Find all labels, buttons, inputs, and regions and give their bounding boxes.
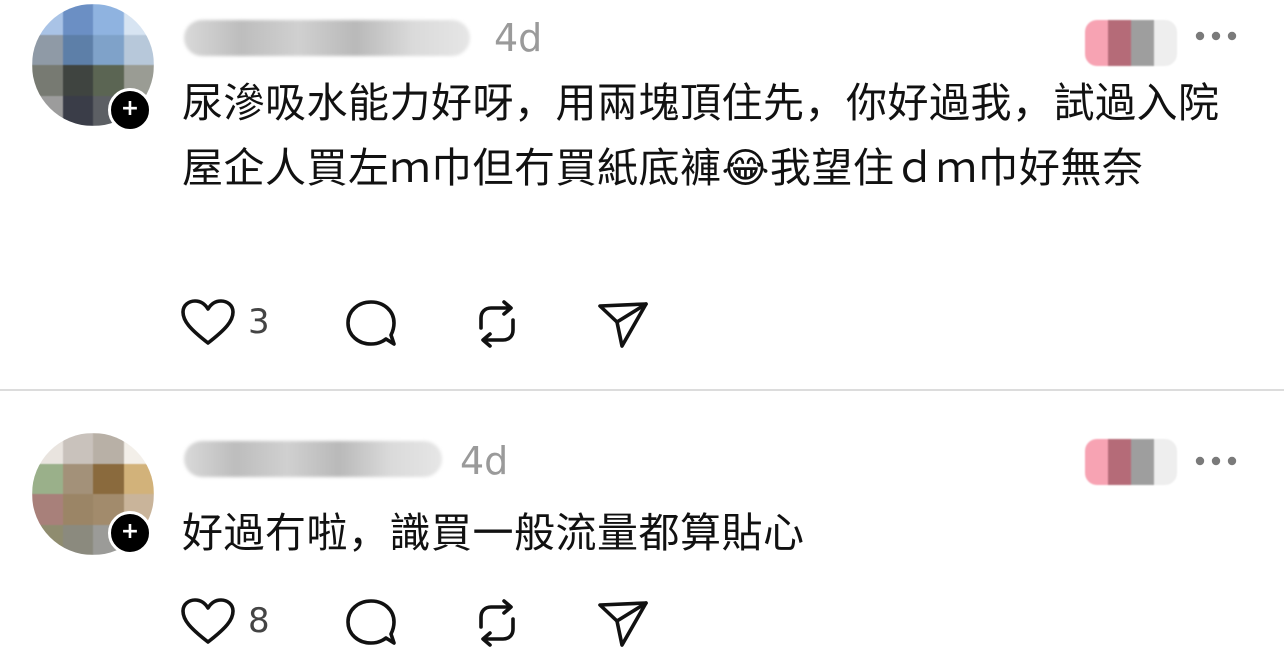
more-options-button[interactable] xyxy=(1192,21,1242,51)
like-count: 3 xyxy=(248,302,270,342)
comment-text: 尿滲吸水能力好呀，用兩塊頂住先，你好過我，試過入院屋企人買左ｍ巾但冇買紙底褲😂我… xyxy=(182,79,1220,192)
share-button[interactable] xyxy=(596,593,650,649)
comment-item: + 4d 尿滲吸水能力好呀，用兩塊頂住先，你好過我，試過入院屋企人買左ｍ巾但冇買… xyxy=(0,0,1284,390)
more-icon xyxy=(1195,456,1237,466)
comment-button[interactable] xyxy=(344,294,398,350)
repost-button[interactable] xyxy=(470,294,524,350)
follow-button[interactable]: + xyxy=(108,511,152,555)
comment-text: 好過冇啦，識買一般流量都算貼心 xyxy=(182,509,805,557)
username-redacted[interactable] xyxy=(184,20,470,56)
repost-button[interactable] xyxy=(470,593,524,649)
follow-button[interactable]: + xyxy=(108,88,152,132)
repost-icon xyxy=(479,300,515,348)
like-button[interactable]: 8 xyxy=(180,593,280,649)
timestamp: 4d xyxy=(460,439,509,483)
more-options-button[interactable] xyxy=(1192,446,1242,476)
comment-button[interactable] xyxy=(344,593,398,649)
heart-icon xyxy=(181,598,235,644)
like-button[interactable]: 3 xyxy=(180,294,280,350)
reply-avatars[interactable] xyxy=(1085,20,1177,66)
username-redacted[interactable] xyxy=(184,441,442,477)
share-icon xyxy=(598,601,648,647)
reply-avatars[interactable] xyxy=(1085,439,1177,485)
like-count: 8 xyxy=(248,601,270,641)
more-icon xyxy=(1195,31,1237,41)
comment-icon xyxy=(346,300,396,346)
share-button[interactable] xyxy=(596,294,650,350)
share-icon xyxy=(598,302,648,348)
timestamp: 4d xyxy=(494,16,543,60)
repost-icon xyxy=(479,599,515,647)
comment-item: + 4d 好過冇啦，識買一般流量都算貼心 8 xyxy=(0,391,1284,668)
heart-icon xyxy=(181,299,235,345)
comment-icon xyxy=(346,599,396,645)
